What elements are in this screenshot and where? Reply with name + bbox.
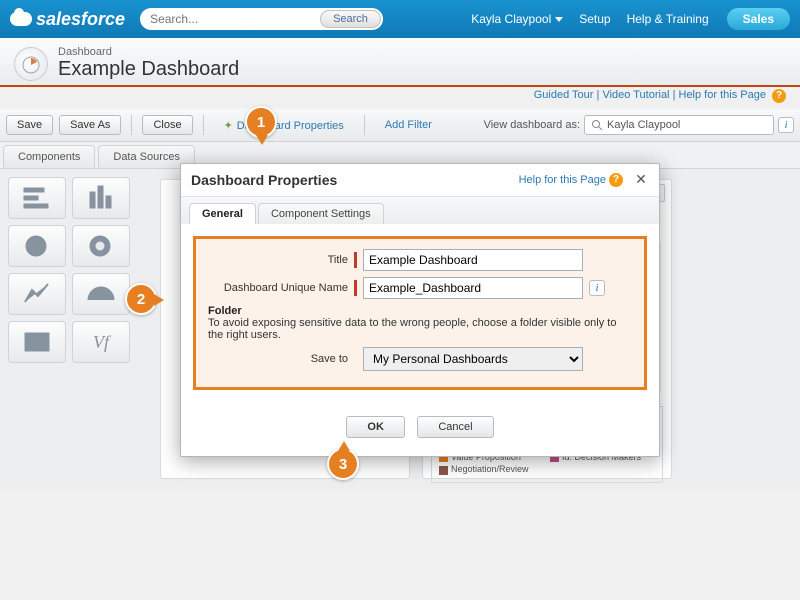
folder-description: To avoid exposing sensitive data to the …: [208, 317, 632, 341]
info-icon[interactable]: i: [589, 280, 605, 296]
save-to-label: Save to: [208, 353, 348, 365]
properties-form: Title Dashboard Unique Name i Folder To …: [193, 236, 647, 390]
help-icon[interactable]: ?: [609, 173, 623, 187]
dialog-title: Dashboard Properties: [191, 172, 519, 188]
title-input[interactable]: [363, 249, 583, 271]
unique-name-input[interactable]: [363, 277, 583, 299]
cancel-button[interactable]: Cancel: [417, 416, 493, 438]
title-label: Title: [208, 254, 348, 266]
folder-label: Folder: [208, 305, 632, 317]
unique-name-label: Dashboard Unique Name: [208, 282, 348, 294]
ok-button[interactable]: OK: [346, 416, 405, 438]
required-indicator: [354, 280, 357, 296]
callout-1: 1: [245, 106, 277, 138]
callout-3: 3: [327, 448, 359, 480]
tab-component-settings[interactable]: Component Settings: [258, 203, 384, 224]
required-indicator: [354, 252, 357, 268]
close-icon[interactable]: ✕: [633, 172, 649, 188]
callout-2: 2: [125, 283, 157, 315]
save-to-select[interactable]: My Personal Dashboards: [363, 347, 583, 371]
tab-general[interactable]: General: [189, 203, 256, 224]
dashboard-properties-dialog: Dashboard Properties Help for this Page …: [180, 163, 660, 457]
dialog-help-link[interactable]: Help for this Page: [519, 174, 606, 186]
